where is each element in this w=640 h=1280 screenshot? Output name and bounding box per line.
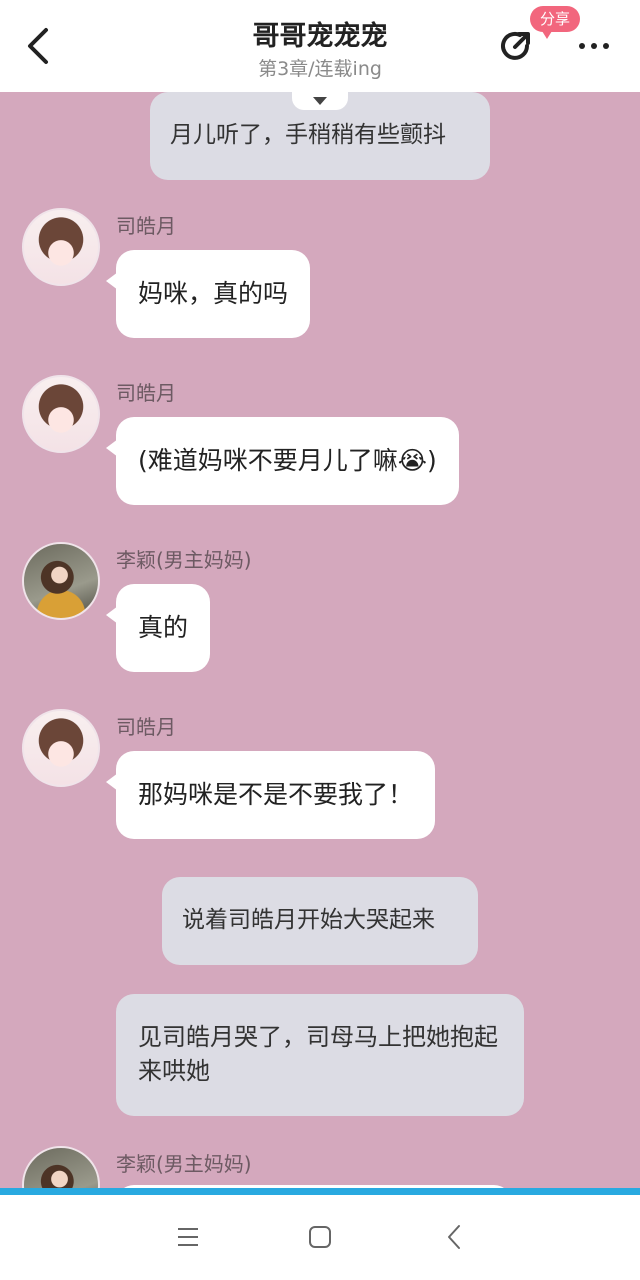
chat-area[interactable]: 月儿听了，手稍稍有些颤抖 司皓月 妈咪，真的吗 司皓月 (难道妈咪不要月儿了嘛😭…: [0, 92, 640, 1188]
share-icon: [501, 31, 530, 60]
girl-avatar[interactable]: [22, 375, 100, 453]
narration-bubble: 见司皓月哭了，司母马上把她抱起来哄她: [116, 994, 524, 1116]
chat-text: (难道妈咪不要月儿了嘛😭): [138, 446, 437, 475]
chat-bubble: 真的: [105, 584, 211, 672]
woman-avatar[interactable]: [22, 1146, 100, 1188]
speaker-name: 李颖(男主妈妈): [116, 1152, 252, 1176]
expand-tab[interactable]: [292, 92, 348, 110]
girl-avatar[interactable]: [22, 709, 100, 787]
speaker-name: 司皓月: [116, 715, 176, 739]
chat-text: 妈咪，真的吗: [138, 279, 289, 308]
share-button[interactable]: [494, 24, 538, 68]
chat-bubble: (难道妈咪不要月儿了嘛😭): [106, 417, 459, 505]
nav-home-button[interactable]: [296, 1215, 344, 1259]
home-square-icon: [309, 1226, 331, 1248]
speaker-name: 司皓月: [116, 381, 176, 405]
more-options-button[interactable]: [568, 26, 620, 66]
narration-text: 月儿听了，手稍稍有些颤抖: [170, 122, 446, 148]
chat-bubble: 妈咪，真的吗: [105, 250, 311, 338]
nav-back-button[interactable]: [430, 1215, 478, 1259]
system-nav-bar: [0, 1195, 640, 1280]
speaker-name: 李颖(男主妈妈): [116, 548, 252, 572]
nav-back-icon: [448, 1225, 460, 1249]
menu-lines-icon: [178, 1228, 198, 1246]
nav-menu-button[interactable]: [164, 1215, 212, 1259]
narration-text: 见司皓月哭了，司母马上把她抱起来哄她: [138, 1023, 498, 1085]
narration-text: 说着司皓月开始大哭起来: [182, 907, 435, 933]
progress-strip: [0, 1188, 640, 1195]
top-bar: 哥哥宠宠宠 第3章/连载ing 分享: [0, 0, 640, 92]
narration-bubble: 说着司皓月开始大哭起来: [162, 877, 478, 965]
chapter-status: 第3章/连载ing: [258, 58, 382, 80]
more-dot: [579, 43, 585, 49]
girl-avatar[interactable]: [22, 208, 100, 286]
more-dot: [591, 43, 597, 49]
speaker-name: 司皓月: [116, 214, 176, 238]
woman-avatar[interactable]: [22, 542, 100, 620]
chat-bubble: 那妈咪是不是不要我了！: [105, 751, 436, 839]
chat-text: 真的: [138, 613, 189, 642]
more-dot: [603, 43, 609, 49]
chat-text: 那妈咪是不是不要我了！: [138, 780, 414, 809]
